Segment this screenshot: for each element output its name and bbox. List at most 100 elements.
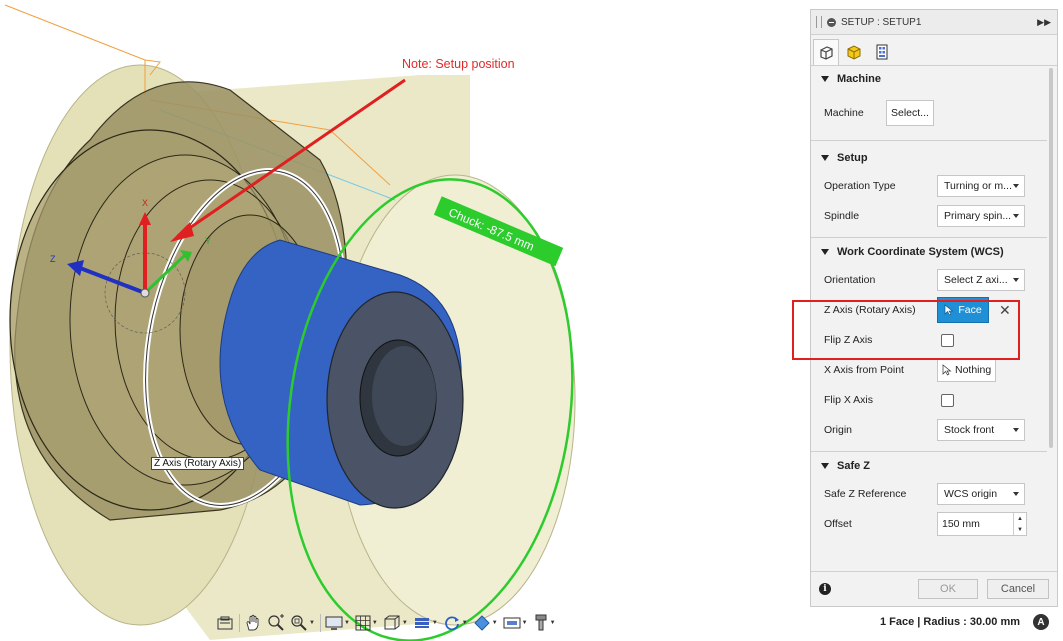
zoom-window-icon[interactable]	[267, 613, 285, 633]
panel-tabs	[811, 35, 1057, 66]
flip-x-row: Flip X Axis	[811, 385, 1047, 415]
panel-title: SETUP : SETUP1	[841, 16, 922, 28]
tab-post-process[interactable]	[869, 39, 895, 65]
chevron-down-icon	[1013, 492, 1019, 496]
orientation-row: Orientation Select Z axi...	[811, 265, 1047, 295]
spindle-select[interactable]: Primary spin...	[937, 205, 1025, 227]
info-icon[interactable]: i	[819, 583, 831, 595]
safe-z-reference-select[interactable]: WCS origin	[937, 483, 1025, 505]
x-axis-label: X Axis from Point	[824, 364, 904, 376]
machine-label: Machine	[824, 107, 864, 119]
operation-type-select[interactable]: Turning or m...	[937, 175, 1025, 197]
panel-footer: i OK Cancel	[811, 571, 1057, 606]
flip-x-checkbox[interactable]	[941, 393, 954, 407]
annotation-highlight-box	[792, 300, 1020, 360]
collapse-triangle-icon	[821, 463, 829, 469]
offset-label: Offset	[824, 518, 852, 530]
orientation-select[interactable]: Select Z axi...	[937, 269, 1025, 291]
stock-tab-icon	[847, 45, 861, 60]
step-down-icon[interactable]: ▼	[1014, 524, 1026, 535]
collapse-triangle-icon	[821, 249, 829, 255]
tab-setup[interactable]	[813, 39, 839, 65]
chevron-down-icon: ▼	[521, 620, 528, 626]
cancel-button[interactable]: Cancel	[987, 579, 1049, 599]
group-machine-title: Machine	[837, 73, 882, 85]
machine-row: Machine Select...	[811, 92, 1047, 134]
chevron-down-icon: ▼	[343, 620, 350, 626]
origin-row: Origin Stock front	[811, 415, 1047, 445]
scrollbar-thumb[interactable]	[1049, 68, 1053, 448]
safe-z-reference-row: Safe Z Reference WCS origin	[811, 479, 1047, 509]
panel-scrollbar[interactable]	[1049, 68, 1055, 570]
pan-icon[interactable]	[244, 613, 262, 633]
chevron-down-icon: ▼	[371, 620, 378, 626]
orientation-value: Select Z axi...	[944, 274, 1008, 286]
setup-tab-icon	[820, 45, 833, 60]
flip-x-label: Flip X Axis	[824, 394, 874, 406]
origin-select[interactable]: Stock front	[937, 419, 1025, 441]
safe-z-reference-value: WCS origin	[944, 488, 998, 500]
collapse-triangle-icon	[821, 155, 829, 161]
boss-bore-inner	[372, 346, 436, 446]
offset-value: 150 mm	[942, 518, 980, 530]
divider	[811, 140, 1047, 141]
panel-header[interactable]: SETUP : SETUP1 ▶▶	[811, 10, 1057, 35]
zoom-fit-icon[interactable]: ▼	[290, 613, 315, 633]
chevron-down-icon: ▼	[549, 620, 556, 626]
navigation-toolbar: ▼ ▼ ▼ ▼ ▼ ▼ ▼ ▼ ▼	[216, 610, 561, 636]
grid-icon[interactable]: ▼	[355, 613, 378, 633]
chevron-down-icon: ▼	[431, 620, 438, 626]
ok-button[interactable]: OK	[918, 579, 978, 599]
step-up-icon[interactable]: ▲	[1014, 513, 1026, 524]
divider	[239, 614, 240, 632]
view-cube-icon[interactable]: ▼	[383, 613, 408, 633]
operation-type-label: Operation Type	[824, 180, 896, 192]
group-safe-z-title: Safe Z	[837, 460, 871, 472]
capture-icon[interactable]	[216, 613, 234, 633]
orbit-icon[interactable]: ▼	[443, 613, 468, 633]
axis-x-letter: X	[142, 198, 148, 208]
tab-stock[interactable]	[841, 39, 867, 65]
origin-value: Stock front	[944, 424, 995, 436]
note-label: Note: Setup position	[402, 57, 515, 71]
collapse-icon[interactable]	[827, 17, 836, 27]
model-canvas[interactable]: Chuck: -87.5 mm X Z Y	[0, 0, 810, 641]
chevron-down-icon: ▼	[461, 620, 468, 626]
divider	[319, 614, 321, 632]
appearance-icon[interactable]: ▼	[473, 613, 498, 633]
cursor-arrow-icon	[942, 364, 952, 376]
spindle-label: Spindle	[824, 210, 860, 222]
group-wcs-header[interactable]: Work Coordinate System (WCS)	[811, 239, 1047, 265]
safe-z-reference-label: Safe Z Reference	[824, 488, 907, 500]
chevron-down-icon	[1013, 214, 1019, 218]
machine-select-button[interactable]: Select...	[886, 100, 934, 126]
divider	[811, 237, 1047, 238]
group-setup-title: Setup	[837, 152, 868, 164]
chevron-down-icon	[1013, 428, 1019, 432]
group-safe-z-header[interactable]: Safe Z	[811, 453, 1047, 479]
x-axis-select-button[interactable]: Nothing	[937, 358, 997, 382]
tool-icon[interactable]: ▼	[533, 613, 556, 633]
chevron-down-icon: ▼	[491, 620, 498, 626]
drag-grip-icon[interactable]	[816, 16, 822, 28]
group-setup-header[interactable]: Setup	[811, 145, 1047, 171]
environment-icon[interactable]: ▼	[503, 613, 528, 633]
chevron-down-icon	[1013, 278, 1019, 282]
expand-panel-icon[interactable]: ▶▶	[1037, 17, 1051, 28]
section-icon[interactable]: ▼	[413, 613, 438, 633]
axis-y-letter: Y	[205, 236, 211, 246]
divider	[811, 451, 1047, 452]
display-settings-icon[interactable]: ▼	[325, 613, 350, 633]
offset-row: Offset 150 mm ▲ ▼	[811, 509, 1047, 539]
operation-type-row: Operation Type Turning or m...	[811, 171, 1047, 201]
3d-viewport[interactable]: Chuck: -87.5 mm X Z Y Note: Setup positi…	[0, 0, 810, 641]
operation-type-value: Turning or m...	[944, 180, 1012, 192]
offset-stepper[interactable]: ▲ ▼	[1013, 513, 1026, 535]
spindle-row: Spindle Primary spin...	[811, 201, 1047, 231]
offset-input[interactable]: 150 mm ▲ ▼	[937, 512, 1027, 536]
post-process-tab-icon	[876, 44, 888, 60]
x-axis-button-label: Nothing	[955, 364, 992, 376]
chevron-down-icon	[1013, 184, 1019, 188]
status-indicator-icon[interactable]: A	[1033, 614, 1049, 630]
group-machine-header[interactable]: Machine	[811, 66, 1047, 92]
